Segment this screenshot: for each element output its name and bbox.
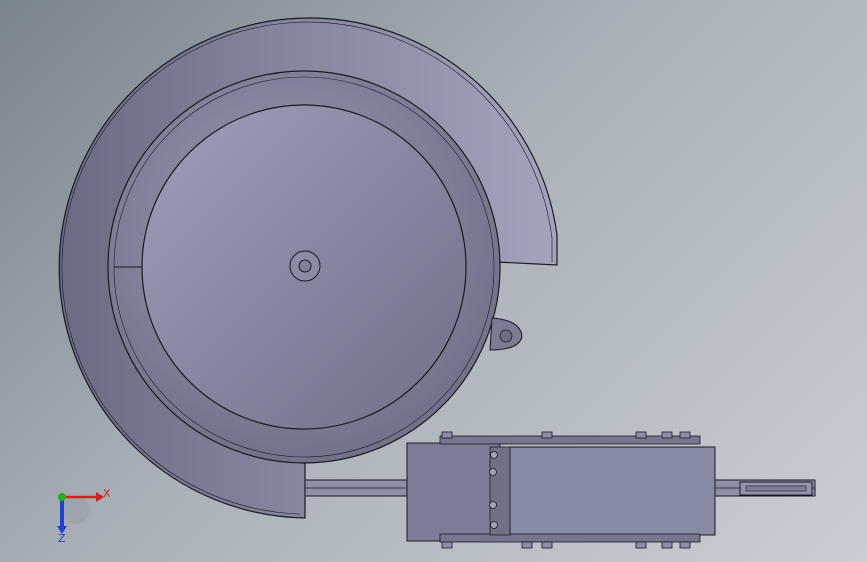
linear-feeder-top-strip [439, 435, 701, 445]
spring-pin-mid-a [489, 468, 497, 476]
linear-feeder-base [406, 442, 501, 542]
orientation-triad[interactable] [57, 492, 104, 534]
triad-x-label: X [103, 487, 111, 500]
triad-y-axis [58, 493, 66, 501]
rail-end-slot [745, 485, 807, 492]
triad-z-label: Z [58, 532, 66, 545]
feeder-bolts-bottom [441, 541, 691, 549]
center-hub-inner [298, 259, 312, 273]
model-drawing[interactable] [0, 0, 867, 562]
linear-feeder-body [509, 446, 716, 536]
triad-shadow [62, 496, 90, 524]
bowl-side-tab-hole [499, 329, 513, 343]
cad-viewport[interactable]: X Z [0, 0, 867, 562]
linear-feeder-bottom-strip [439, 533, 701, 543]
spring-pin-mid-b [489, 501, 497, 509]
spring-pin-top [490, 451, 498, 459]
spring-pin-bottom [490, 521, 498, 529]
